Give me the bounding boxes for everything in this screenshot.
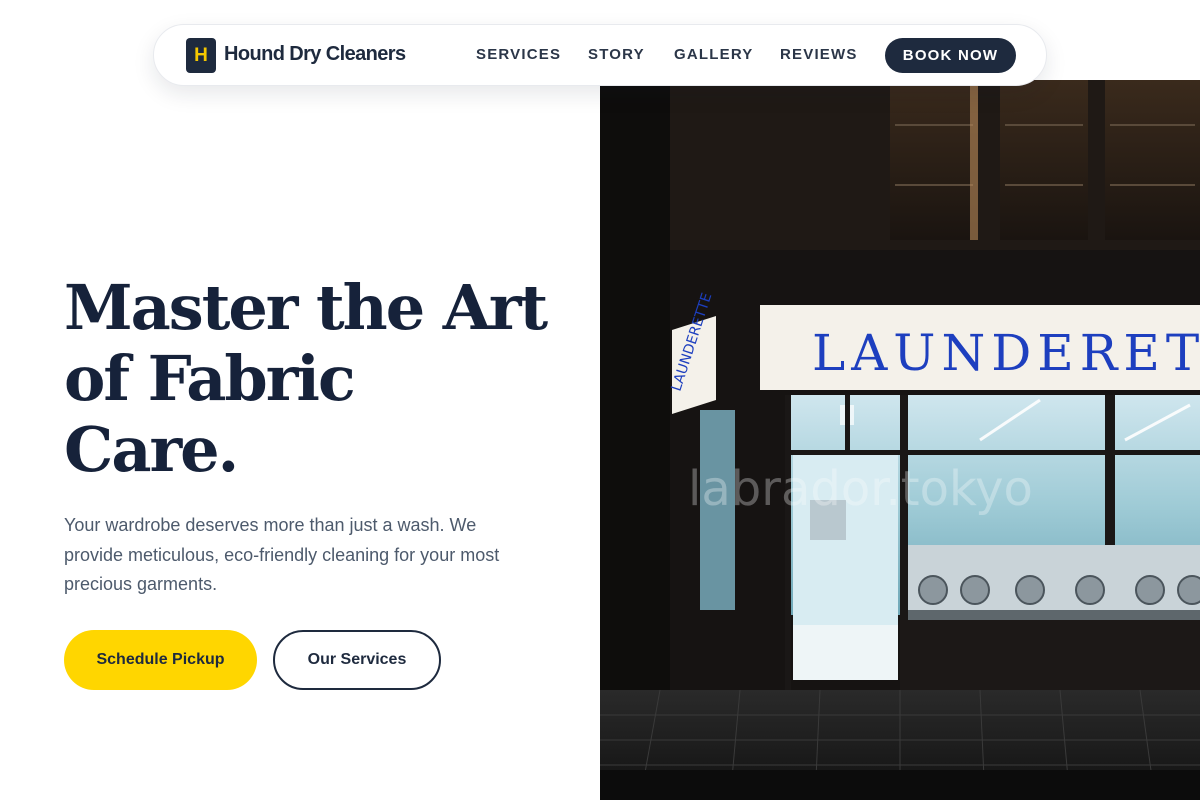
brand-name[interactable]: Hound Dry Cleaners bbox=[224, 43, 406, 66]
schedule-pickup-button[interactable]: Schedule Pickup bbox=[64, 630, 257, 690]
store-sign-text: LAUNDERETTE bbox=[812, 324, 1200, 382]
our-services-button[interactable]: Our Services bbox=[273, 630, 441, 690]
logo-icon[interactable]: H bbox=[186, 38, 216, 73]
navbar: H Hound Dry Cleaners SERVICES STORY GALL… bbox=[153, 24, 1047, 86]
nav-link-services[interactable]: SERVICES bbox=[476, 46, 561, 63]
image-watermark: labrador.tokyo bbox=[688, 461, 1033, 517]
nav-link-gallery[interactable]: GALLERY bbox=[674, 46, 754, 63]
nav-link-reviews[interactable]: REVIEWS bbox=[780, 46, 858, 63]
hero-image: LAUNDERETTE LAUNDERETTE bbox=[600, 80, 1200, 800]
hero-title-line-2: of Fabric bbox=[64, 342, 356, 415]
hero-title: Master the Art of Fabric Care. bbox=[64, 272, 584, 485]
hero-title-line-3: Care. bbox=[64, 413, 239, 486]
nav-link-story[interactable]: STORY bbox=[588, 46, 645, 63]
page: H Hound Dry Cleaners SERVICES STORY GALL… bbox=[0, 0, 1200, 800]
hero-title-line-1: Master the Art bbox=[64, 271, 548, 344]
book-now-button[interactable]: BOOK NOW bbox=[885, 38, 1016, 73]
hero-subtitle: Your wardrobe deserves more than just a … bbox=[64, 515, 500, 594]
